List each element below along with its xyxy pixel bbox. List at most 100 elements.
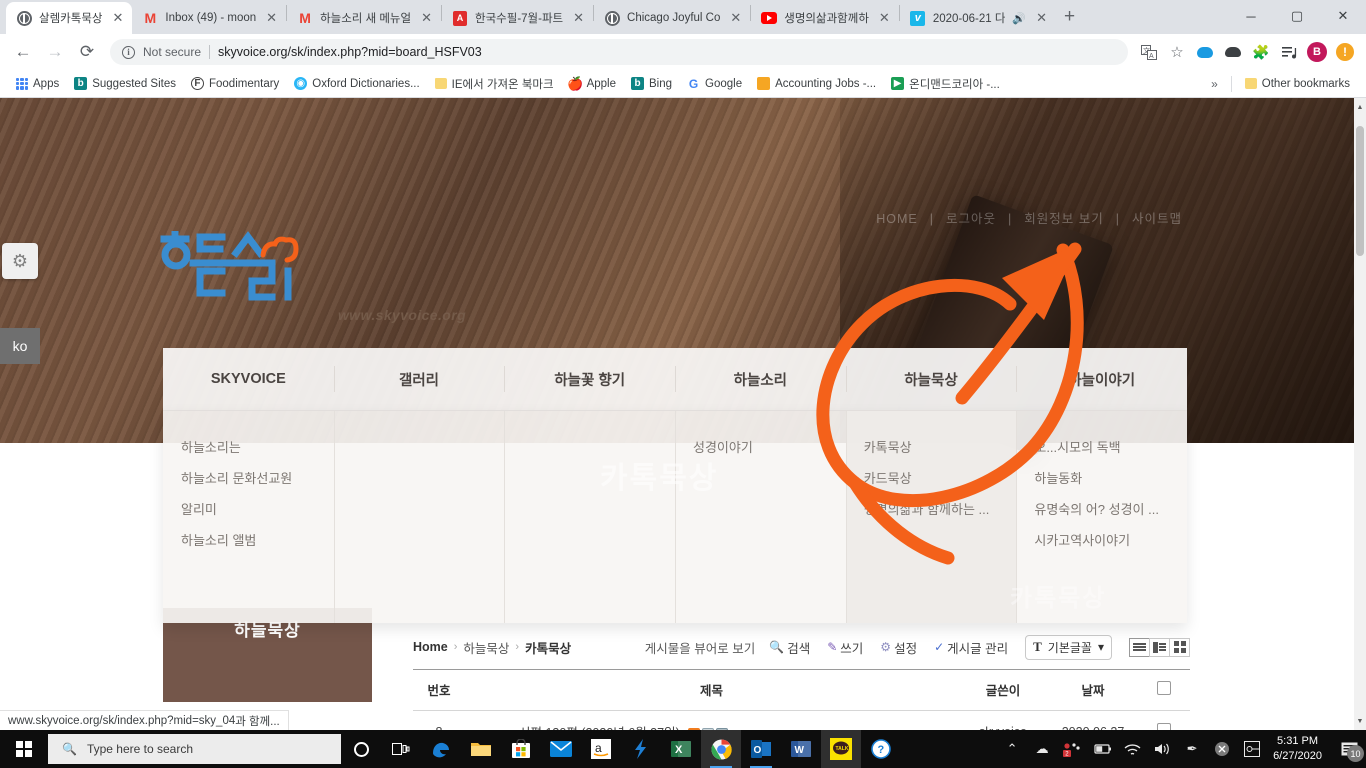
nav-item-story[interactable]: 하늘이야기 xyxy=(1016,348,1187,410)
wifi-icon[interactable] xyxy=(1117,730,1147,768)
tab-close-icon[interactable]: ✕ xyxy=(570,10,587,26)
mixed-view-icon[interactable] xyxy=(1149,637,1170,657)
overflow-caret-icon[interactable]: ⌃ xyxy=(997,730,1027,768)
maximize-button[interactable]: ▢ xyxy=(1274,0,1320,32)
profile-avatar[interactable]: B xyxy=(1304,39,1330,65)
word-icon[interactable]: W xyxy=(781,730,821,768)
site-info-icon[interactable]: i xyxy=(122,45,135,59)
nav-item-gallery[interactable]: 갤러리 xyxy=(333,348,505,410)
bookmark-apple[interactable]: 🍎 Apple xyxy=(563,74,622,93)
cloud-icon[interactable] xyxy=(1220,39,1246,65)
board-manage-posts-button[interactable]: ✓ 게시글 관리 xyxy=(934,638,1008,657)
tab-close-icon[interactable]: ✕ xyxy=(876,10,893,26)
chrome-icon[interactable] xyxy=(701,730,741,768)
bookmark-ondemandkorea[interactable]: ▶ 온디맨드코리아 -... xyxy=(885,73,1006,95)
tab-close-icon[interactable]: ✕ xyxy=(1033,10,1050,26)
utility-nav-profile[interactable]: 회원정보 보기 xyxy=(1018,212,1109,226)
bookmark-google[interactable]: G Google xyxy=(681,74,748,93)
lightning-icon[interactable] xyxy=(621,730,661,768)
site-logo[interactable]: www.skyvoice.org xyxy=(160,231,466,323)
taskbar-clock[interactable]: 5:31 PM 6/27/2020 xyxy=(1267,734,1332,764)
dropdown-item[interactable]: 오...시모의 독백 xyxy=(1016,431,1187,462)
browser-tab[interactable]: M Inbox (49) - moon ✕ xyxy=(132,2,286,34)
task-view-icon[interactable] xyxy=(381,730,421,768)
extensions-puzzle-icon[interactable]: 🧩 xyxy=(1248,39,1274,65)
pen-icon[interactable]: ✒ xyxy=(1177,730,1207,768)
language-toggle-ko[interactable]: ko xyxy=(0,328,40,364)
browser-tab[interactable]: Chicago Joyful Co ✕ xyxy=(594,2,750,34)
table-row[interactable]: 8 시편 130편 (2020년 6월 27일) N skyvoice xyxy=(413,710,1190,730)
breadcrumb-home[interactable]: Home xyxy=(413,640,448,654)
address-bar[interactable]: i Not secure skyvoice.org/sk/index.php?m… xyxy=(110,39,1128,65)
bookmark-oxford-dictionaries[interactable]: ◉ Oxford Dictionaries... xyxy=(288,74,425,93)
scrollbar-thumb[interactable] xyxy=(1356,126,1364,256)
tab-close-icon[interactable]: ✕ xyxy=(263,10,280,26)
select-all-checkbox[interactable] xyxy=(1157,681,1171,695)
scroll-up-icon[interactable]: ▲ xyxy=(1354,100,1366,114)
onedrive-icon[interactable]: ☁ xyxy=(1027,730,1057,768)
microsoft-store-icon[interactable] xyxy=(501,730,541,768)
row-checkbox[interactable] xyxy=(1157,723,1171,730)
kakaotalk-icon[interactable]: TALK xyxy=(821,730,861,768)
bookmark-suggested-sites[interactable]: b Suggested Sites xyxy=(68,74,182,93)
nav-item-skyvoice-sound[interactable]: 하늘소리 xyxy=(675,348,846,410)
cortana-icon[interactable] xyxy=(341,730,381,768)
dropdown-item[interactable]: 하늘소리 앨범 xyxy=(163,524,334,555)
nav-item-skyvoice[interactable]: SKYVOICE xyxy=(163,348,334,410)
translate-icon[interactable]: 文A xyxy=(1136,39,1162,65)
utility-nav-logout[interactable]: 로그아웃 xyxy=(940,212,1002,226)
tab-close-icon[interactable]: ✕ xyxy=(418,10,435,26)
dropdown-item-card[interactable]: 카드묵상 xyxy=(846,462,1017,493)
start-button[interactable] xyxy=(0,730,48,768)
utility-nav-home[interactable]: HOME xyxy=(870,212,924,226)
tab-close-icon[interactable]: ✕ xyxy=(727,10,744,26)
post-title-link[interactable]: 시편 130편 (2020년 6월 27일) xyxy=(519,726,680,730)
dropdown-item[interactable]: 알리미 xyxy=(163,493,334,524)
new-tab-button[interactable]: + xyxy=(1064,6,1075,28)
utility-nav-sitemap[interactable]: 사이트맵 xyxy=(1126,212,1188,226)
close-x-icon[interactable] xyxy=(1207,730,1237,768)
page-scrollbar[interactable]: ▲ ▼ xyxy=(1354,98,1366,730)
taskbar-search-input[interactable]: 🔍 Type here to search xyxy=(48,734,341,764)
file-explorer-icon[interactable] xyxy=(461,730,501,768)
onedrive-icon[interactable] xyxy=(1192,39,1218,65)
amazon-icon[interactable]: a xyxy=(581,730,621,768)
bookmark-apps[interactable]: Apps xyxy=(10,75,65,93)
gear-icon[interactable]: ⚙ xyxy=(2,243,38,279)
help-icon[interactable]: ? xyxy=(861,730,901,768)
board-write-button[interactable]: ✎ 쓰기 xyxy=(827,638,863,657)
cell-title[interactable]: 시편 130편 (2020년 6월 27일) N xyxy=(465,710,958,730)
browser-tab[interactable]: v 2020-06-21 다 🔊 ✕ xyxy=(900,2,1056,34)
dropdown-item[interactable]: 하늘동화 xyxy=(1016,462,1187,493)
bookmark-star-icon[interactable]: ☆ xyxy=(1164,39,1190,65)
notifications-button[interactable]: 10 xyxy=(1332,730,1366,768)
grid-view-icon[interactable] xyxy=(1169,637,1190,657)
browser-tab[interactable]: A 한국수필-7월-파트 ✕ xyxy=(442,2,593,34)
bookmark-ie-imported-folder[interactable]: IE에서 가져온 북마크 xyxy=(429,73,560,95)
other-bookmarks-folder[interactable]: Other bookmarks xyxy=(1239,75,1356,93)
back-button[interactable]: ← xyxy=(8,37,38,67)
nav-item-flower-fragrance[interactable]: 하늘꽃 향기 xyxy=(504,348,675,410)
board-search-button[interactable]: 🔍 검색 xyxy=(769,638,810,657)
mail-icon[interactable] xyxy=(541,730,581,768)
dropdown-item[interactable]: 유명숙의 어? 성경이 ... xyxy=(1016,493,1187,524)
reload-button[interactable]: ⟳ xyxy=(72,37,102,67)
browser-tab[interactable]: M 하늘소리 새 메뉴얼 ✕ xyxy=(287,2,441,34)
update-alert-icon[interactable]: ! xyxy=(1332,39,1358,65)
bookmark-bing[interactable]: b Bing xyxy=(625,74,678,93)
forward-button[interactable]: → xyxy=(40,37,70,67)
tab-audio-icon[interactable]: 🔊 xyxy=(1012,12,1026,25)
edge-icon[interactable] xyxy=(421,730,461,768)
nav-item-meditation[interactable]: 하늘묵상 xyxy=(845,348,1017,410)
scroll-down-icon[interactable]: ▼ xyxy=(1354,714,1366,728)
browser-tab[interactable]: 살렘카톡묵상 ✕ xyxy=(6,2,133,34)
battery-icon[interactable] xyxy=(1087,730,1117,768)
display-settings-icon[interactable] xyxy=(1237,730,1267,768)
dropdown-item[interactable]: 시카고역사이야기 xyxy=(1016,524,1187,555)
outlook-icon[interactable]: O xyxy=(741,730,781,768)
dropdown-item-katok[interactable]: 카톡묵상 xyxy=(846,431,1017,462)
list-view-icon[interactable] xyxy=(1129,637,1150,657)
tab-close-icon[interactable]: ✕ xyxy=(109,10,126,26)
close-window-button[interactable]: ✕ xyxy=(1320,0,1366,32)
dropdown-item-life[interactable]: 생명의삶과 함께하는 ... xyxy=(846,493,1017,524)
